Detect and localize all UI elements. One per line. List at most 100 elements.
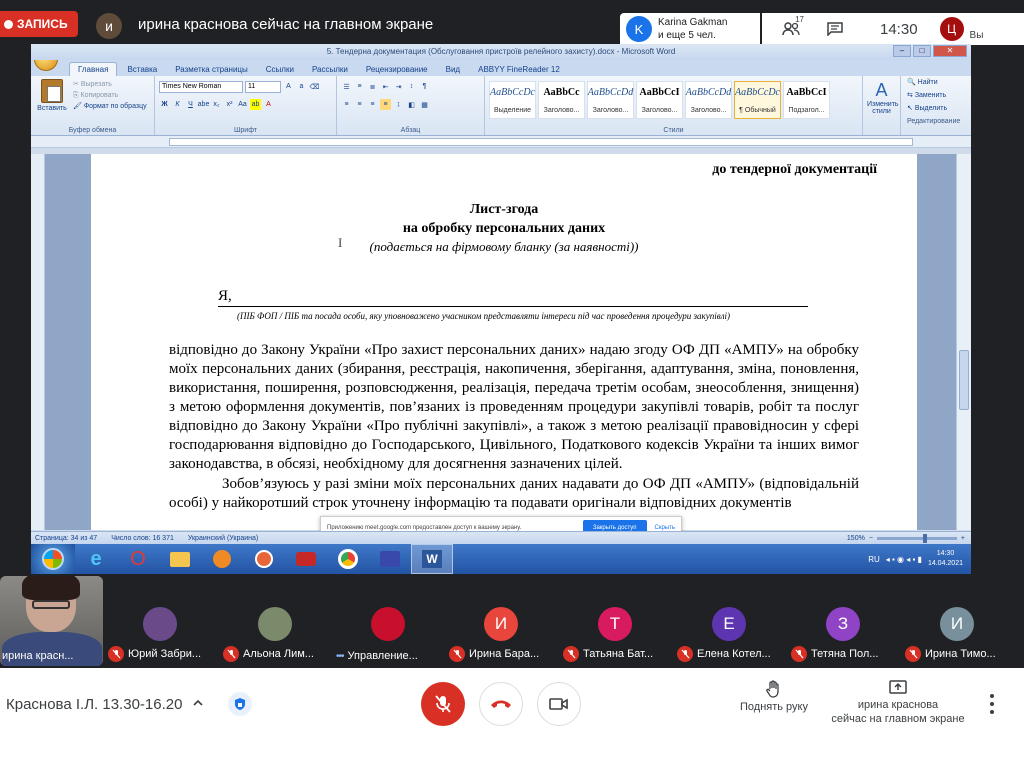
ribbon-tab[interactable]: Рецензирование [358, 63, 436, 76]
zoom-in-icon[interactable]: + [961, 535, 965, 542]
style-item[interactable]: AaBbCc Заголово... [538, 81, 585, 119]
scroll-thumb[interactable] [959, 350, 969, 410]
join-notification[interactable]: K Karina Gakman и еще 5 чел. [620, 13, 760, 45]
participant-tile[interactable]: Е Елена Котел... [675, 576, 785, 666]
self-video-tile[interactable]: ирина красн... [0, 576, 103, 666]
participant-tile[interactable]: ••• Управление... [334, 576, 444, 666]
participant-tile[interactable]: З Тетяна Пол... [789, 576, 899, 666]
font-size-select[interactable]: 11 [245, 80, 281, 93]
style-item[interactable]: AaBbCcDd Заголово... [685, 81, 732, 119]
format-painter-button[interactable]: 🖌 Формат по образцу [73, 101, 147, 112]
zoom-out-icon[interactable]: − [869, 535, 873, 542]
participant-tile[interactable]: Юрий Забри... [106, 576, 216, 666]
tray-icons[interactable]: ◂ ▪ ◉ ◂ ▪ ▮ [886, 555, 922, 564]
change-styles-button[interactable]: A Изменить стили [863, 76, 901, 135]
align-right-icon[interactable]: ≡ [367, 99, 378, 110]
grow-font-icon[interactable]: A [283, 81, 294, 92]
zoom-slider[interactable] [876, 533, 957, 543]
ribbon-tab[interactable]: ABBYY FineReader 12 [470, 63, 568, 76]
replace-button[interactable]: ⇆ Заменить [907, 89, 969, 102]
participant-tile[interactable]: И Ирина Бара... [447, 576, 557, 666]
highlight-icon[interactable]: ab [250, 99, 261, 110]
shrink-font-icon[interactable]: a [296, 81, 307, 92]
copy-button[interactable]: ⎘ Копировать [73, 90, 147, 101]
chrome-icon[interactable] [327, 544, 369, 574]
participant-tile[interactable]: И Ирина Тимо... [903, 576, 1013, 666]
app-icon[interactable] [369, 544, 411, 574]
participant-tile[interactable]: Альона Лим... [221, 576, 331, 666]
borders-icon[interactable]: ▦ [419, 99, 430, 110]
find-button[interactable]: 🔍 Найти [907, 76, 969, 89]
meet-top-bar: ЗАПИСЬ и ирина краснова сейчас на главно… [0, 0, 1024, 50]
align-center-icon[interactable]: ≡ [354, 99, 365, 110]
security-app-icon[interactable] [243, 544, 285, 574]
style-item[interactable]: AaBbCcI Подзагол... [783, 81, 830, 119]
start-button[interactable] [31, 544, 75, 574]
pilcrow-icon[interactable]: ¶ [419, 81, 430, 92]
security-shield-icon[interactable] [228, 692, 252, 716]
bullets-icon[interactable]: ☰ [341, 81, 352, 92]
font-name-select[interactable]: Times New Roman [159, 80, 243, 93]
minimize-icon[interactable]: – [893, 45, 911, 57]
sort-icon[interactable]: ↕ [406, 81, 417, 92]
align-left-icon[interactable]: ≡ [341, 99, 352, 110]
bold-icon[interactable]: Ж [159, 99, 170, 110]
ribbon-tab[interactable]: Вид [438, 63, 468, 76]
zoom-control[interactable]: 150% − + [847, 533, 971, 543]
case-icon[interactable]: Aa [237, 99, 248, 110]
style-item[interactable]: AaBbCcDd Заголово... [587, 81, 634, 119]
ribbon-tab[interactable]: Вставка [119, 63, 165, 76]
multilevel-icon[interactable]: ≣ [367, 81, 378, 92]
chat-icon[interactable] [820, 17, 850, 41]
underline-icon[interactable]: Ч [185, 99, 196, 110]
ribbon-tab[interactable]: Рассылки [304, 63, 356, 76]
camera-toggle-button[interactable] [537, 682, 581, 726]
participant-tile[interactable]: Т Татьяна Бат... [561, 576, 671, 666]
ie-icon[interactable]: e [75, 544, 117, 574]
people-icon[interactable]: 17 [776, 15, 806, 41]
horizontal-ruler[interactable] [31, 136, 971, 148]
font-color-icon[interactable]: A [263, 99, 274, 110]
page-status[interactable]: Страница: 34 из 47 [35, 535, 97, 542]
meeting-details[interactable]: Краснова І.Л. 13.30-16.20 [6, 696, 204, 713]
superscript-icon[interactable]: x² [224, 99, 235, 110]
red-app-icon[interactable] [285, 544, 327, 574]
word-count[interactable]: Число слов: 16 371 [111, 535, 174, 542]
folder-icon[interactable] [159, 544, 201, 574]
more-options-icon[interactable] [984, 692, 1000, 716]
media-player-icon[interactable] [201, 544, 243, 574]
ribbon-tab[interactable]: Главная [69, 62, 118, 76]
select-button[interactable]: ↖ Выделить [907, 102, 969, 115]
raise-hand-button[interactable]: Поднять руку [735, 680, 813, 713]
opera-icon[interactable]: O [117, 544, 159, 574]
style-item[interactable]: AaBbCcDc ¶ Обычный [734, 81, 781, 119]
style-item[interactable]: AaBbCcDc Выделение [489, 81, 536, 119]
document-page[interactable]: до тендерної документації Лист-згода на … [91, 154, 917, 530]
justify-icon[interactable]: ≡ [380, 99, 391, 110]
leave-call-button[interactable] [479, 682, 523, 726]
word-taskbar-icon[interactable]: W [411, 544, 453, 574]
cut-button[interactable]: ✂ Вырезать [73, 79, 147, 90]
decrease-indent-icon[interactable]: ⇤ [380, 81, 391, 92]
presentation-status-button[interactable]: ирина краснова сейчас на главном экране [828, 680, 968, 726]
shading-icon[interactable]: ◧ [406, 99, 417, 110]
style-item[interactable]: AaBbCcI Заголово... [636, 81, 683, 119]
increase-indent-icon[interactable]: ⇥ [393, 81, 404, 92]
numbering-icon[interactable]: ≡ [354, 81, 365, 92]
paste-button[interactable]: Вставить [35, 79, 69, 132]
italic-icon[interactable]: К [172, 99, 183, 110]
strike-icon[interactable]: abe [198, 99, 210, 110]
subscript-icon[interactable]: x₂ [211, 99, 222, 110]
tray-clock[interactable]: 14:30 14.04.2021 [928, 549, 963, 569]
vertical-scrollbar[interactable] [956, 154, 971, 530]
line-spacing-icon[interactable]: ↨ [393, 99, 404, 110]
language-status[interactable]: Украинский (Украина) [188, 535, 258, 542]
ribbon-tab[interactable]: Разметка страницы [167, 63, 256, 76]
ribbon-tab[interactable]: Ссылки [258, 63, 302, 76]
close-icon[interactable]: ✕ [933, 45, 967, 57]
self-avatar[interactable]: Ц [939, 17, 964, 41]
mic-toggle-button[interactable] [421, 682, 465, 726]
input-language[interactable]: RU [868, 555, 880, 564]
clear-format-icon[interactable]: ⌫ [309, 81, 320, 92]
maximize-icon[interactable]: □ [913, 45, 931, 57]
